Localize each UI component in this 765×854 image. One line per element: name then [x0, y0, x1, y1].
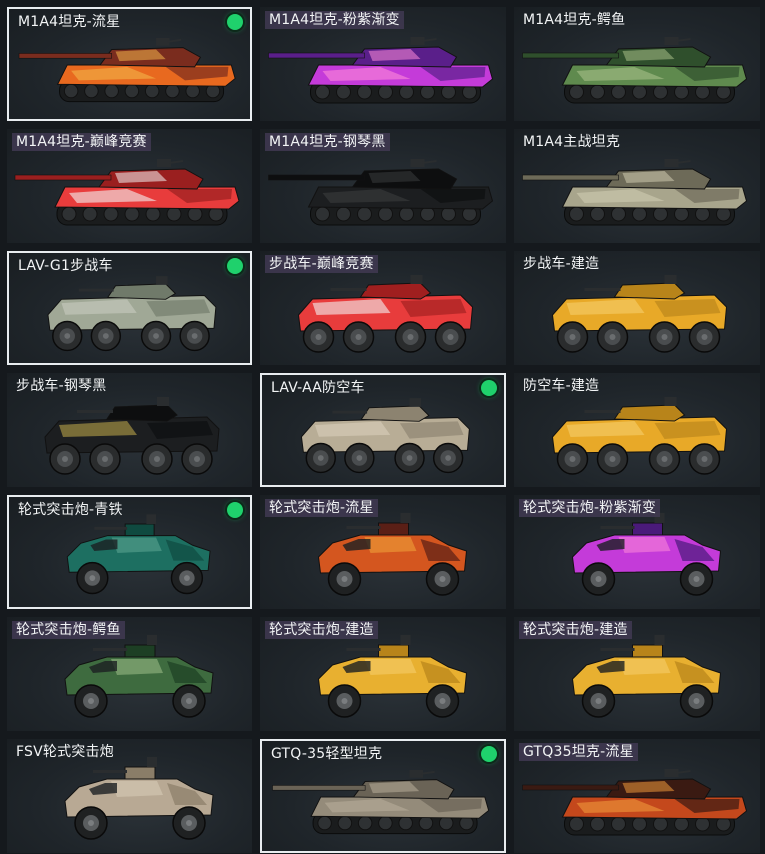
vehicle-card[interactable]: GTQ-35轻型坦克 [260, 739, 506, 853]
ifv-vehicle [47, 276, 217, 352]
vehicle-label: GTQ-35轻型坦克 [271, 746, 383, 762]
vehicle-card[interactable]: LAV-AA防空车 [260, 373, 506, 487]
vehicle-label: GTQ35坦克-流星 [519, 743, 638, 761]
vehicle-label: M1A4主战坦克 [523, 134, 621, 150]
vehicle-label: 轮式突击炮-粉紫渐变 [519, 499, 661, 517]
owned-indicator-icon [481, 746, 497, 762]
vehicle-card[interactable]: M1A4坦克-鳄鱼 [514, 7, 760, 121]
buggy-vehicle [317, 513, 468, 596]
tank-vehicle [18, 37, 236, 103]
vehicle-label: M1A4坦克-粉紫渐变 [265, 11, 404, 29]
ifv-vehicle [297, 275, 474, 353]
vehicle-card[interactable]: 轮式突击炮-鳄鱼 [7, 617, 252, 731]
buggy-vehicle [64, 757, 214, 840]
tank-vehicle [522, 37, 748, 104]
vehicle-card[interactable]: 轮式突击炮-流星 [260, 495, 506, 609]
vehicle-label: 轮式突击炮-青铁 [18, 502, 123, 518]
owned-indicator-icon [227, 14, 243, 30]
vehicle-label: M1A4坦克-鳄鱼 [523, 12, 626, 28]
vehicle-label: 防空车-建造 [523, 378, 600, 394]
vehicle-skin-grid: M1A4坦克-流星 M1A4坦克-粉紫渐变 M1A4坦克-鳄鱼 M1A4坦克-巅峰竞赛… [0, 0, 765, 854]
ifv-vehicle [300, 398, 470, 474]
vehicle-card[interactable]: 轮式突击炮-建造 [260, 617, 506, 731]
tank-vehicle [522, 769, 748, 836]
vehicle-card[interactable]: 步战车-钢琴黑 [7, 373, 252, 487]
vehicle-label: 轮式突击炮-建造 [519, 621, 632, 639]
buggy-vehicle [317, 635, 468, 718]
buggy-vehicle [571, 635, 722, 718]
ifv-vehicle [551, 397, 728, 475]
vehicle-label: LAV-AA防空车 [271, 380, 365, 396]
vehicle-label: M1A4坦克-流星 [18, 14, 121, 30]
vehicle-card[interactable]: M1A4坦克-钢琴黑 [260, 129, 506, 243]
vehicle-label: 步战车-钢琴黑 [16, 378, 107, 394]
ifv-vehicle [551, 275, 728, 353]
vehicle-card[interactable]: M1A4坦克-巅峰竞赛 [7, 129, 252, 243]
buggy-vehicle [571, 513, 722, 596]
vehicle-label: 轮式突击炮-建造 [265, 621, 378, 639]
vehicle-card[interactable]: 防空车-建造 [514, 373, 760, 487]
vehicle-card[interactable]: 步战车-巅峰竞赛 [260, 251, 506, 365]
vehicle-label: 轮式突击炮-流星 [265, 499, 378, 517]
vehicle-card[interactable]: M1A4坦克-粉紫渐变 [260, 7, 506, 121]
vehicle-card[interactable]: GTQ35坦克-流星 [514, 739, 760, 853]
vehicle-card[interactable]: 轮式突击炮-建造 [514, 617, 760, 731]
owned-indicator-icon [481, 380, 497, 396]
vehicle-label: LAV-G1步战车 [18, 258, 113, 274]
vehicle-card[interactable]: 轮式突击炮-青铁 [7, 495, 252, 609]
tank-vehicle [272, 769, 490, 835]
tank-vehicle [268, 159, 494, 226]
tank-vehicle [522, 159, 748, 226]
vehicle-card[interactable]: M1A4坦克-流星 [7, 7, 252, 121]
vehicle-label: M1A4坦克-巅峰竞赛 [12, 133, 151, 151]
vehicle-label: 步战车-建造 [523, 256, 600, 272]
vehicle-card[interactable]: 轮式突击炮-粉紫渐变 [514, 495, 760, 609]
vehicle-card[interactable]: LAV-G1步战车 [7, 251, 252, 365]
tank-vehicle [268, 37, 494, 104]
owned-indicator-icon [227, 258, 243, 274]
vehicle-card[interactable]: M1A4主战坦克 [514, 129, 760, 243]
ifv-vehicle [44, 397, 220, 475]
owned-indicator-icon [227, 502, 243, 518]
buggy-vehicle [64, 635, 214, 718]
buggy-vehicle [66, 514, 211, 595]
vehicle-label: M1A4坦克-钢琴黑 [265, 133, 390, 151]
vehicle-label: 步战车-巅峰竞赛 [265, 255, 378, 273]
vehicle-card[interactable]: 步战车-建造 [514, 251, 760, 365]
tank-vehicle [14, 159, 240, 226]
vehicle-card[interactable]: FSV轮式突击炮 [7, 739, 252, 853]
vehicle-label: 轮式突击炮-鳄鱼 [12, 621, 125, 639]
vehicle-label: FSV轮式突击炮 [16, 744, 114, 760]
